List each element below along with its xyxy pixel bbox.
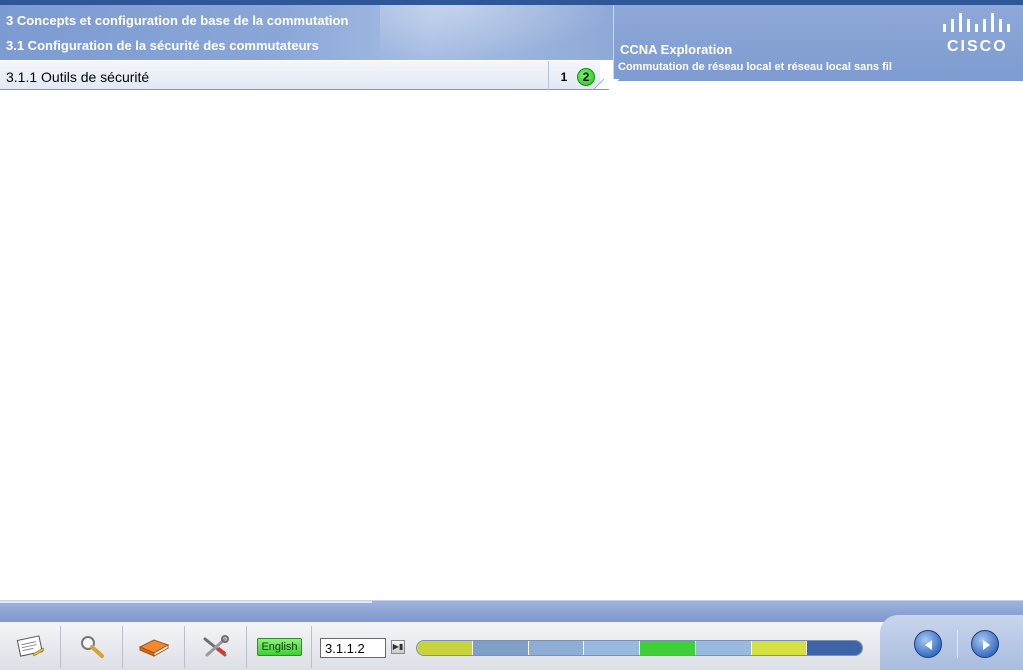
- page-navigation: [880, 615, 1023, 670]
- search-button[interactable]: [62, 626, 123, 668]
- topic-page-nav: 1 2: [548, 61, 600, 90]
- page-link-1[interactable]: 1: [555, 68, 573, 86]
- header-swoosh: [380, 5, 613, 60]
- bottom-strip-highlight: [0, 601, 372, 603]
- go-to-page-icon[interactable]: ▶▮: [391, 640, 405, 654]
- progress-segment: [751, 641, 808, 655]
- progress-segment: [807, 641, 862, 655]
- course-title: CCNA Exploration: [620, 42, 733, 57]
- section-title: 3.1 Configuration de la sécurité des com…: [6, 38, 319, 53]
- back-arrow-icon: [925, 640, 932, 650]
- progress-segment: [528, 641, 585, 655]
- cisco-logo: CISCO: [939, 10, 1017, 56]
- book-icon: [138, 639, 170, 657]
- cisco-bridge-icon: [943, 13, 1010, 32]
- header-left-panel: 3 Concepts et configuration de base de l…: [0, 5, 613, 60]
- chapter-title: 3 Concepts et configuration de base de l…: [6, 13, 349, 28]
- bottom-toolbar: English ▶▮: [0, 622, 1023, 670]
- glossary-button[interactable]: [124, 626, 185, 668]
- progress-segment: [417, 641, 473, 655]
- notes-button[interactable]: [0, 626, 61, 668]
- progress-segment: [640, 641, 696, 655]
- language-tool: English: [248, 626, 312, 668]
- page-number-input[interactable]: [320, 638, 386, 658]
- nav-divider: [957, 630, 958, 658]
- progress-segment: [584, 641, 640, 655]
- tools-icon: [203, 635, 229, 657]
- tools-button[interactable]: [186, 626, 247, 668]
- language-button[interactable]: English: [257, 638, 302, 656]
- bottom-strip: [0, 600, 1023, 622]
- topic-bar: 3.1.1 Outils de sécurité 1 2: [0, 60, 600, 90]
- back-button[interactable]: [914, 630, 942, 658]
- page-link-2-current[interactable]: 2: [577, 68, 595, 86]
- next-button[interactable]: [971, 630, 999, 658]
- next-arrow-icon: [983, 640, 990, 650]
- progress-segment: [472, 641, 529, 655]
- course-subtitle: Commutation de réseau local et réseau lo…: [618, 61, 892, 73]
- notepad-icon: [16, 635, 45, 657]
- topic-title: 3.1.1 Outils de sécurité: [6, 69, 150, 85]
- progress-bar: [416, 640, 863, 656]
- header-right-panel: CISCO CCNA Exploration Commutation de ré…: [613, 5, 1023, 81]
- progress-segment: [695, 641, 752, 655]
- cisco-wordmark: CISCO: [947, 38, 1008, 55]
- magnifier-icon: [81, 636, 104, 658]
- content-area: [0, 91, 1023, 600]
